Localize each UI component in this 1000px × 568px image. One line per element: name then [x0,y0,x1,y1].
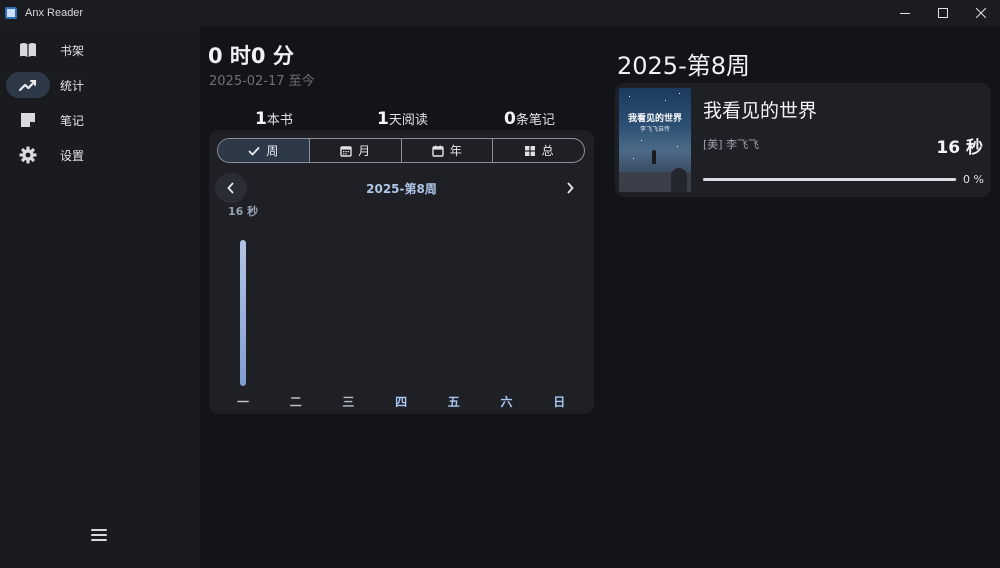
sidebar-item-settings[interactable]: 设置 [6,141,196,169]
book-author: [美] 李飞飞 [703,138,760,151]
gear-icon [19,146,37,164]
title-bar: Anx Reader [0,0,1000,26]
sidebar: 书架 统计 笔记 设置 [0,26,200,568]
window-controls [886,0,1000,26]
cover-title: 我看见的世界 [627,114,682,124]
minimize-button[interactable] [886,0,924,26]
stat-notes: 0条笔记 [504,109,555,129]
sidebar-item-statistics[interactable]: 统计 [6,71,196,99]
trend-chart-icon [19,79,37,91]
week-title: 2025-第8周 [617,52,751,80]
close-icon [976,8,986,18]
chart-day-label: 二 [290,395,302,409]
weekly-bar-chart: 一二三四五六日 [237,240,565,409]
chart-day-label: 日 [553,395,565,409]
book-reading-time: 16 秒 [936,138,983,158]
maximize-button[interactable] [924,0,962,26]
sidebar-item-label: 设置 [60,148,85,163]
minimize-icon [900,13,910,14]
stat-books: 1本书 [255,109,293,129]
note-icon [21,113,35,127]
menu-button[interactable] [88,526,110,544]
menu-icon [91,529,107,531]
stat-days: 1天阅读 [377,109,428,129]
sidebar-item-label: 书架 [60,43,85,58]
chart-day-label: 五 [448,395,460,409]
total-reading-time: 0 时0 分 [208,44,294,68]
close-button[interactable] [962,0,1000,26]
chart-day-label: 三 [342,395,354,409]
sidebar-item-bookshelf[interactable]: 书架 [6,36,196,64]
cover-subtitle: 李飞飞自传 [639,126,670,133]
chart-day-label: 四 [395,395,407,409]
since-date: 2025-02-17 至今 [209,74,315,89]
book-cover: 我看见的世界 李飞飞自传 [619,88,691,192]
maximize-icon [938,8,948,18]
app-icon [5,7,17,19]
chart-card: 周 月 年 总 2025-第8周 16 秒 一 二 三 四 五 六 日 [209,130,594,414]
chart-day-label: 一 [237,395,249,409]
chart-bar [240,240,246,386]
sidebar-item-label: 笔记 [60,113,85,128]
sidebar-item-label: 统计 [60,78,85,93]
window-title: Anx Reader [25,7,84,19]
progress-text: 0 % [963,173,984,186]
sidebar-item-notes[interactable]: 笔记 [6,106,196,134]
book-title: 我看见的世界 [703,100,818,122]
chart-day-label: 六 [500,394,512,409]
book-card[interactable]: 我看见的世界 李飞飞自传 我看见的世界 [美] 李飞飞 16 秒 0 % [615,83,991,197]
progress-bar [703,178,956,181]
book-open-icon [20,43,36,57]
